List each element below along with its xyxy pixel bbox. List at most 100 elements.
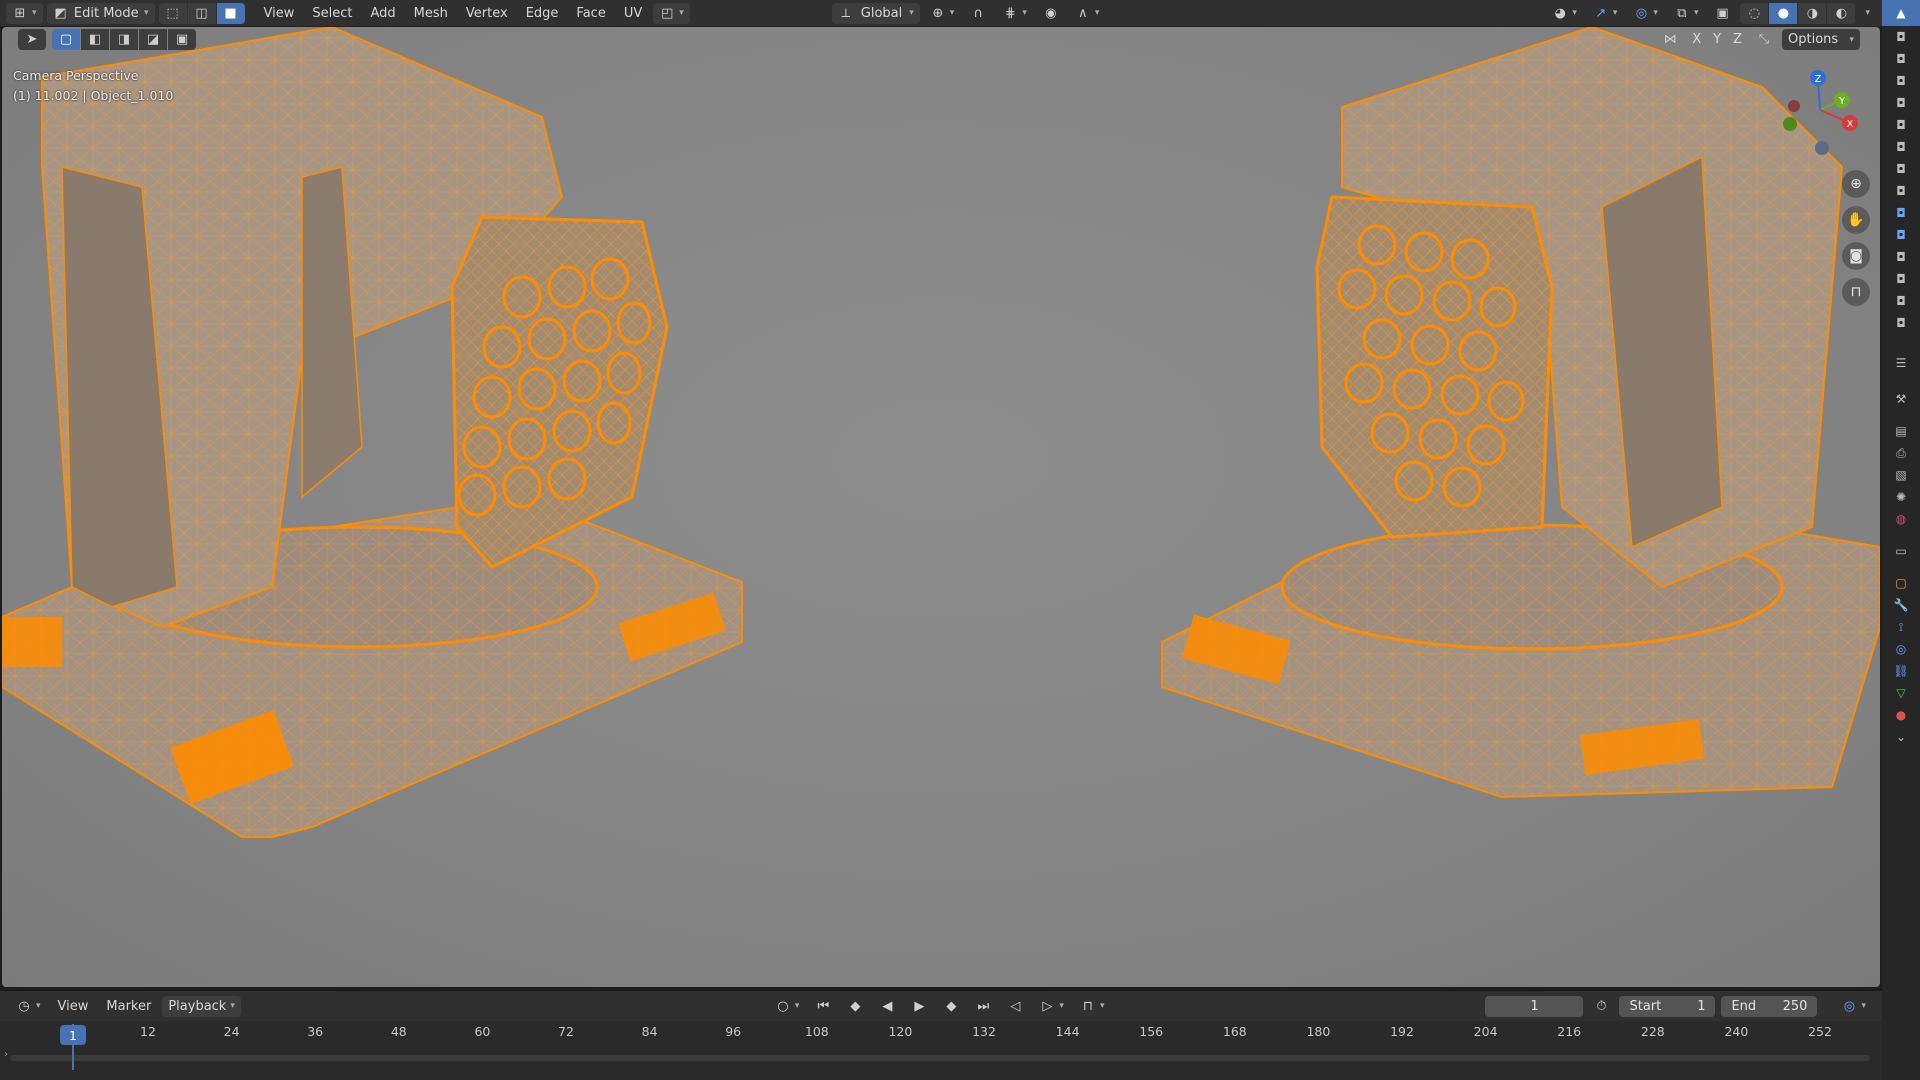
gizmo-neg-y[interactable] <box>1783 117 1797 131</box>
face-select-button[interactable]: ■ <box>216 2 245 24</box>
playback-dropdown[interactable]: Playback ▾ <box>162 995 241 1017</box>
keying-set-dropdown[interactable]: ⊓ ▾ <box>1074 996 1111 1017</box>
chevron-down-icon[interactable]: ⌄ <box>1882 726 1920 748</box>
render-tab-icon[interactable]: ▤ <box>1882 420 1920 442</box>
menu-mesh[interactable]: Mesh <box>407 3 455 24</box>
next-keyframe-button[interactable]: ◆ <box>937 996 965 1017</box>
menu-view[interactable]: View <box>257 3 302 24</box>
shading-options-dropdown[interactable]: ▾ <box>1859 3 1876 24</box>
play-reverse-button[interactable]: ◀ <box>873 996 901 1017</box>
outliner-camera-icon[interactable]: ◘ <box>1882 290 1920 312</box>
pivot-dropdown[interactable]: ⊕ ▾ <box>924 3 961 24</box>
gizmo-neg-z[interactable] <box>1815 141 1829 155</box>
properties-menu-icon[interactable]: ☰ <box>1882 352 1920 374</box>
physics-tab-icon[interactable]: ◎ <box>1882 638 1920 660</box>
current-frame-field[interactable]: 1 <box>1485 995 1584 1017</box>
select-invert-button[interactable]: ◪ <box>139 29 167 50</box>
wireframe-shading-button[interactable]: ◌ <box>1740 2 1769 24</box>
next-frame-button[interactable]: ▷ ▾ <box>1033 996 1070 1017</box>
material-shading-button[interactable]: ◑ <box>1798 2 1827 24</box>
editor-type-button[interactable]: ⊞ ▾ <box>6 2 43 24</box>
uv-mode-dropdown[interactable]: ◰ ▾ <box>653 2 690 24</box>
material-tab-icon[interactable]: ● <box>1882 704 1920 726</box>
mirror-y-toggle[interactable]: Y <box>1709 29 1725 50</box>
select-new-button[interactable]: ▢ <box>52 29 80 50</box>
menu-face[interactable]: Face <box>569 3 612 24</box>
visibility-dropdown[interactable]: ◕ ▾ <box>1546 3 1583 24</box>
world-tab-icon[interactable]: ◍ <box>1882 508 1920 530</box>
menu-edge[interactable]: Edge <box>519 3 566 24</box>
camera-view-button[interactable]: ◙ <box>1842 242 1870 270</box>
outliner-camera-icon[interactable]: ◘ <box>1882 48 1920 70</box>
snap-toggle[interactable]: ∩ <box>964 3 992 24</box>
constraints-tab-icon[interactable]: ⛓ <box>1882 660 1920 682</box>
mirror-x-toggle[interactable]: X <box>1688 29 1705 50</box>
rendered-shading-button[interactable]: ◐ <box>1827 2 1856 24</box>
jump-start-button[interactable]: ⏮ <box>809 996 837 1017</box>
outliner-camera-icon[interactable]: ◘ <box>1882 312 1920 334</box>
view-layer-tab-icon[interactable]: ▧ <box>1882 464 1920 486</box>
3d-viewport[interactable] <box>2 27 1880 987</box>
timeline-menu-view[interactable]: View <box>51 996 96 1017</box>
left-launcher-mesh[interactable] <box>2 27 743 838</box>
xray-toggle[interactable]: ▣ <box>1708 3 1736 24</box>
auto-keying-toggle[interactable]: ○ ▾ <box>769 996 806 1017</box>
outliner-camera-icon[interactable]: ◘ <box>1882 136 1920 158</box>
menu-add[interactable]: Add <box>364 3 403 24</box>
modifier-tab-icon[interactable]: 🔧 <box>1882 594 1920 616</box>
scene-tab-icon[interactable]: ✺ <box>1882 486 1920 508</box>
lock-camera-button[interactable]: ⊓ <box>1842 278 1870 306</box>
menu-vertex[interactable]: Vertex <box>459 3 515 24</box>
mode-dropdown[interactable]: ◩ Edit Mode ▾ <box>46 2 155 24</box>
outliner-camera-icon[interactable]: ◘ <box>1882 70 1920 92</box>
collection-tab-icon[interactable]: ▭ <box>1882 540 1920 562</box>
timeline-area[interactable]: 12 24 36 48 60 72 84 96 108 120 132 144 156 168 180 192… <box>0 1021 1882 1080</box>
select-intersect-button[interactable]: ▣ <box>168 29 196 50</box>
vertex-select-button[interactable]: ⬚ <box>158 2 187 24</box>
start-frame-field[interactable]: Start 1 <box>1619 995 1716 1017</box>
outliner-camera-icon[interactable]: ◘ <box>1882 158 1920 180</box>
timeline-menu-marker[interactable]: Marker <box>99 996 158 1017</box>
overlay-toggle[interactable]: ◎ ▾ <box>1627 3 1664 24</box>
prev-frame-button[interactable]: ◁ <box>1001 996 1029 1017</box>
timeline-expand-icon[interactable]: › <box>4 1049 8 1060</box>
gizmo-toggle[interactable]: ↗ ▾ <box>1587 3 1624 24</box>
snap-target-dropdown[interactable]: ⋕ ▾ <box>996 3 1033 24</box>
object-tab-icon[interactable]: ▢ <box>1882 572 1920 594</box>
select-tool-button[interactable]: ➤ <box>18 29 46 50</box>
edge-select-button[interactable]: ◫ <box>187 2 216 24</box>
prev-keyframe-button[interactable]: ◆ <box>841 996 869 1017</box>
data-tab-icon[interactable]: ▽ <box>1882 682 1920 704</box>
outliner-camera-icon[interactable]: ◘ <box>1882 92 1920 114</box>
falloff-dropdown[interactable]: ∧ ▾ <box>1069 3 1106 24</box>
orientation-dropdown[interactable]: ⟂ Global ▾ <box>831 2 920 24</box>
select-extend-button[interactable]: ◧ <box>81 29 109 50</box>
mirror-z-toggle[interactable]: Z <box>1729 29 1746 50</box>
navigation-gizmo[interactable]: Z Y X <box>1750 70 1860 160</box>
particles-tab-icon[interactable]: ⟟ <box>1882 616 1920 638</box>
gizmo-neg-x[interactable] <box>1788 100 1800 112</box>
zoom-button[interactable]: ⊕ <box>1842 170 1870 198</box>
outliner-camera-icon[interactable]: ◘ <box>1882 26 1920 48</box>
mirror-toggle[interactable]: ⋈ <box>1656 29 1684 50</box>
proportional-edit-toggle[interactable]: ◉ <box>1037 3 1065 24</box>
preview-range-toggle[interactable]: ⏱ <box>1587 996 1615 1017</box>
timeline-editor-type-button[interactable]: ◷ ▾ <box>10 996 47 1017</box>
mesh-overlay-toggle[interactable]: ⧉ ▾ <box>1668 3 1705 24</box>
outliner-camera-icon[interactable]: ◘ <box>1882 114 1920 136</box>
outliner-camera-icon[interactable]: ◘ <box>1882 180 1920 202</box>
output-tab-icon[interactable]: ⎙ <box>1882 442 1920 464</box>
end-frame-field[interactable]: End 250 <box>1721 995 1818 1017</box>
tool-tab-icon[interactable]: ⚒ <box>1882 388 1920 410</box>
outliner-camera-icon[interactable]: ◘ <box>1882 268 1920 290</box>
auto-merge-toggle[interactable]: ⤡ <box>1750 29 1778 50</box>
select-subtract-button[interactable]: ◨ <box>110 29 138 50</box>
pan-button[interactable]: ✋ <box>1842 206 1870 234</box>
outliner-camera-icon[interactable]: ◘ <box>1882 224 1920 246</box>
menu-select[interactable]: Select <box>305 3 359 24</box>
timeline-view-options[interactable]: ◎ ▾ <box>1835 996 1872 1017</box>
jump-end-button[interactable]: ⏭ <box>969 996 997 1017</box>
options-dropdown[interactable]: Options ▾ <box>1782 29 1860 50</box>
timeline-scrollbar[interactable] <box>10 1055 1870 1061</box>
outliner-camera-icon[interactable]: ◘ <box>1882 202 1920 224</box>
